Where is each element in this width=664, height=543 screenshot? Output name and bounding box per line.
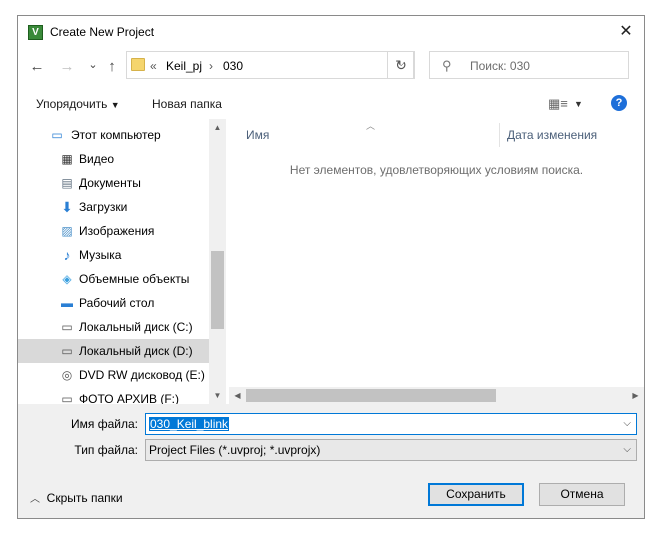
sidebar-item-label: ФОТО АРХИВ (F:) [79,392,180,404]
sidebar-item-label: Локальный диск (D:) [79,344,193,358]
filetype-label: Тип файла: [74,443,138,457]
sidebar-item-label: Рабочий стол [79,296,155,310]
overflow-chevron-icon[interactable]: « [150,59,157,73]
desktop-icon: ▬ [61,296,73,310]
window-title: Create New Project [50,25,155,39]
organize-button[interactable]: Упорядочить ▼ [36,97,120,111]
pictures-icon: ▨ [61,224,73,238]
scroll-down-icon[interactable]: ▼ [209,387,226,404]
sidebar-scrollbar[interactable]: ▲ ▼ [209,119,226,404]
empty-message: Нет элементов, удовлетворяющих условиям … [289,163,584,177]
downloads-icon: ⬇ [61,199,73,215]
search-input[interactable]: Поиск: 030 [470,59,530,73]
video-icon: ▦ [61,152,73,166]
sidebar-item-label: Изображения [79,224,155,238]
navigation-bar: ← → ⌄ ↑ « Keil_pj › 030 ⌵ ↻ ⚲ Поиск: 030 [18,49,644,87]
filetype-select[interactable]: Project Files (*.uvproj; *.uvprojx) ⌵ [145,439,637,461]
hide-folders-button[interactable]: ︿ Скрыть папки [30,490,123,505]
close-icon[interactable]: ✕ [616,22,636,42]
sidebar-item-video[interactable]: ▦ Видео [18,147,209,171]
view-dropdown-icon[interactable]: ▼ [574,99,583,109]
3d-objects-icon: ◈ [62,272,72,286]
sidebar-item-label: Загрузки [79,200,128,214]
system-drive-icon: ▭ [61,320,73,334]
filename-field[interactable]: 030_Keil_blink ⌵ [145,413,637,435]
cancel-button[interactable]: Отмена [539,483,625,506]
sidebar-item-label: Этот компьютер [71,128,161,142]
column-header-date-modified[interactable]: Дата изменения [507,128,597,142]
sort-ascending-icon: ︿ [366,121,376,131]
file-list-horizontal-scrollbar[interactable]: ◀ ▶ [229,387,644,404]
sidebar-item-drive-f[interactable]: ▭ ФОТО АРХИВ (F:) [18,387,209,404]
filetype-dropdown-icon[interactable]: ⌵ [623,444,631,455]
sidebar-item-documents[interactable]: ▤ Документы [18,171,209,195]
help-icon[interactable]: ? [611,95,627,111]
scroll-left-icon[interactable]: ◀ [229,387,246,404]
forward-arrow-icon[interactable]: → [58,59,76,75]
sidebar-item-desktop[interactable]: ▬ Рабочий стол [18,291,209,315]
navigation-pane: ▭ Этот компьютер ▦ Видео ▤ Документы ⬇ З… [18,119,228,404]
breadcrumb-030[interactable]: 030 [223,59,243,73]
recent-locations-chevron-icon[interactable]: ⌄ [84,57,102,73]
sidebar-item-label: DVD RW дисковод (E:) [79,368,205,382]
title-bar: V Create New Project ✕ [18,16,644,49]
breadcrumb-keil-pj[interactable]: Keil_pj [166,59,202,73]
column-header-name[interactable]: Имя [246,128,269,142]
address-bar[interactable]: « Keil_pj › 030 ⌵ [126,51,414,79]
back-arrow-icon[interactable]: ← [28,59,46,75]
organize-dropdown-icon: ▼ [110,100,120,110]
save-dialog: V Create New Project ✕ ← → ⌄ ↑ « Keil_pj… [17,15,645,519]
up-arrow-icon[interactable]: ↑ [103,59,121,75]
hide-folders-label: Скрыть папки [46,491,123,505]
documents-icon: ▤ [61,176,73,190]
file-list-header: Имя ︿ Дата изменения [229,119,644,149]
filename-value[interactable]: 030_Keil_blink [149,417,230,431]
file-list: Имя ︿ Дата изменения Нет элементов, удов… [229,119,644,404]
dvd-drive-icon: ◎ [61,368,73,382]
save-button[interactable]: Сохранить [428,483,524,506]
keil-uvision-icon: V [28,25,43,40]
scroll-up-icon[interactable]: ▲ [209,119,226,136]
folder-icon [131,58,145,71]
new-folder-button[interactable]: Новая папка [152,97,222,111]
scrollbar-thumb[interactable] [246,389,496,402]
sidebar-item-label: Музыка [79,248,122,262]
drive-icon: ▭ [61,392,73,404]
refresh-icon[interactable]: ↻ [387,51,415,79]
sidebar-item-drive-d[interactable]: ▭ Локальный диск (D:) [18,339,209,363]
sidebar-item-3d-objects[interactable]: ◈ Объемные объекты [18,267,209,291]
column-divider[interactable] [499,123,500,147]
sidebar-item-pictures[interactable]: ▨ Изображения [18,219,209,243]
filename-label: Имя файла: [71,417,138,431]
sidebar-item-this-pc[interactable]: ▭ Этот компьютер [18,123,209,147]
drive-icon: ▭ [61,344,73,358]
scroll-right-icon[interactable]: ▶ [627,387,644,404]
sidebar-item-label: Локальный диск (C:) [79,320,193,334]
dialog-footer: Имя файла: 030_Keil_blink ⌵ Тип файла: P… [18,404,644,518]
sidebar-item-label: Видео [79,152,115,166]
search-box[interactable]: ⚲ Поиск: 030 [429,51,629,79]
chevron-up-icon: ︿ [30,494,40,505]
view-options-icon[interactable]: ▦≡ [548,96,568,112]
command-bar: Упорядочить ▼ Новая папка ▦≡ ▼ ? [18,87,644,119]
breadcrumb-separator-icon: › [209,59,213,73]
music-icon: ♪ [63,247,71,263]
sidebar-item-label: Документы [79,176,141,190]
search-icon: ⚲ [442,58,452,73]
sidebar-item-downloads[interactable]: ⬇ Загрузки [18,195,209,219]
scrollbar-thumb[interactable] [211,251,224,329]
filetype-value: Project Files (*.uvproj; *.uvprojx) [149,443,321,457]
organize-label: Упорядочить [36,97,108,111]
sidebar-item-label: Объемные объекты [79,272,190,286]
filename-dropdown-icon[interactable]: ⌵ [623,418,631,429]
sidebar-item-music[interactable]: ♪ Музыка [18,243,209,267]
sidebar-item-dvd-drive-e[interactable]: ◎ DVD RW дисковод (E:) [18,363,209,387]
computer-icon: ▭ [51,128,63,142]
sidebar-item-drive-c[interactable]: ▭ Локальный диск (C:) [18,315,209,339]
